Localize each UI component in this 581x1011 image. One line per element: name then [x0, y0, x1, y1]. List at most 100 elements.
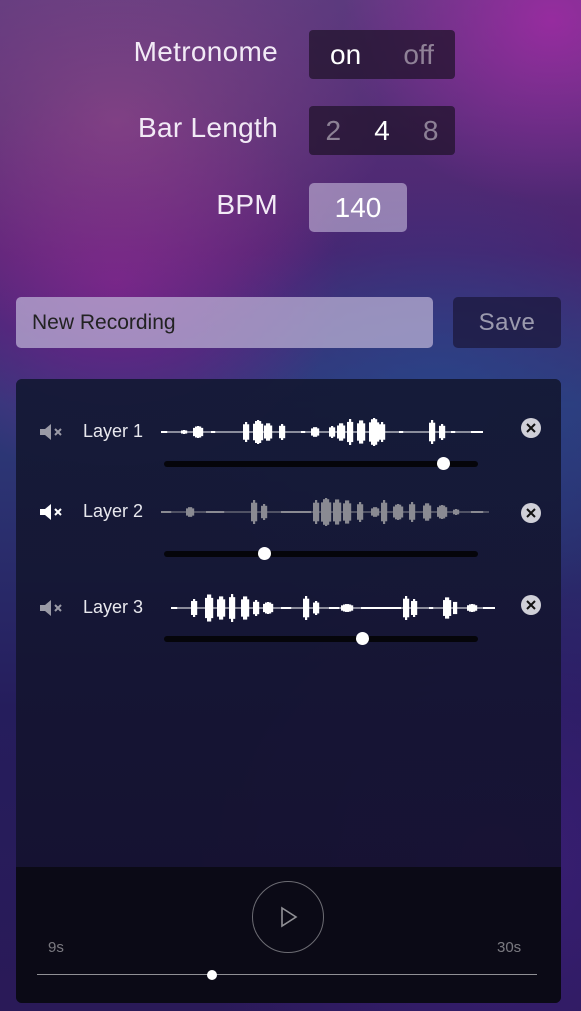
waveform-bar: [413, 599, 416, 617]
waveform-bar: [193, 427, 196, 437]
waveform-bar: [261, 423, 264, 441]
volume-slider-knob[interactable]: [355, 632, 369, 645]
waveform-bar: [393, 607, 396, 609]
waveform-bar: [449, 600, 452, 616]
waveform-bar: [439, 425, 442, 439]
waveform-bar: [255, 421, 258, 443]
waveform-bar: [341, 423, 344, 441]
waveform-bar: [208, 511, 211, 513]
bar-length-option-4[interactable]: 4: [374, 115, 390, 147]
waveform-bar: [483, 607, 486, 609]
bar-length-option-2[interactable]: 2: [326, 115, 342, 147]
waveform-bar: [385, 607, 388, 609]
waveform-bar: [195, 426, 198, 438]
volume-slider-track[interactable]: [164, 636, 478, 642]
metronome-on-option[interactable]: on: [330, 39, 361, 71]
waveform-bar: [165, 511, 168, 513]
waveform-bar: [293, 511, 296, 513]
waveform-bar: [315, 427, 318, 437]
waveform-bar: [385, 502, 388, 522]
speaker-muted-icon[interactable]: [38, 598, 64, 623]
waveform-bar: [373, 607, 376, 609]
play-icon: [281, 906, 298, 928]
waveform-bar: [281, 607, 284, 609]
recording-name-input[interactable]: [16, 297, 433, 348]
waveform-bar: [365, 607, 368, 609]
waveform-bar: [357, 504, 360, 520]
close-icon[interactable]: [521, 418, 541, 438]
speaker-muted-icon[interactable]: [38, 502, 64, 527]
waveform-bar: [253, 423, 256, 441]
bar-length-option-8[interactable]: 8: [423, 115, 439, 147]
waveform-bar: [387, 607, 390, 609]
metronome-off-option[interactable]: off: [403, 39, 434, 71]
speaker-muted-icon[interactable]: [38, 422, 64, 447]
waveform-bar: [207, 594, 210, 622]
waveform-bar: [247, 424, 250, 440]
timeline-track[interactable]: [37, 974, 537, 975]
waveform-bar: [185, 430, 188, 434]
volume-slider-knob[interactable]: [258, 547, 272, 560]
waveform-bar: [245, 596, 248, 620]
layer-row: Layer 3: [16, 585, 561, 655]
waveform-bar: [411, 502, 414, 522]
save-button[interactable]: Save: [453, 297, 561, 348]
waveform-bar: [331, 607, 334, 609]
waveform-bar: [201, 427, 204, 437]
waveform-bar: [383, 424, 386, 440]
waveform-bar: [485, 607, 488, 609]
waveform-bar: [375, 419, 378, 445]
waveform-bar: [325, 498, 328, 526]
waveform-bar: [373, 418, 376, 446]
waveform-bar: [257, 601, 260, 615]
waveform-bar: [209, 594, 212, 622]
volume-slider-track[interactable]: [164, 461, 478, 467]
bar-length-selector[interactable]: 2 4 8: [309, 106, 455, 155]
waveform-bar: [199, 426, 202, 438]
volume-slider-track[interactable]: [164, 551, 478, 557]
waveform-bar: [451, 431, 454, 433]
waveform-bar: [489, 607, 492, 609]
waveform-bar: [339, 502, 342, 522]
waveform-bar: [285, 607, 288, 609]
waveform-bar: [245, 422, 248, 442]
bpm-input[interactable]: 140: [309, 183, 407, 232]
waveform-bar: [347, 421, 350, 443]
waveform-bar: [335, 607, 338, 609]
waveform-bar: [347, 500, 350, 524]
waveform-bar: [399, 504, 402, 520]
waveform-bar: [337, 607, 340, 609]
waveform-bar: [381, 422, 384, 442]
volume-slider-knob[interactable]: [437, 457, 451, 470]
waveform-bar: [259, 421, 262, 443]
waveform-bar: [211, 431, 214, 433]
waveform-bar: [401, 431, 404, 433]
timeline-knob[interactable]: [207, 970, 217, 980]
close-icon[interactable]: [521, 503, 541, 523]
waveform-bar: [429, 422, 432, 442]
waveform-bar: [251, 502, 254, 522]
bar-length-label: Bar Length: [138, 112, 278, 143]
waveform-bar: [471, 431, 474, 433]
waveform-bar: [283, 425, 286, 439]
waveform-bar: [329, 502, 332, 522]
play-button[interactable]: [252, 881, 324, 953]
waveform-bar: [477, 511, 480, 513]
waveform-bar: [265, 505, 268, 519]
waveform-bar: [447, 597, 450, 619]
waveform-bar: [220, 511, 223, 513]
waveform-bar: [192, 508, 195, 516]
waveform-bar: [441, 505, 444, 519]
waveform-bar: [266, 423, 269, 441]
waveform-bar: [321, 502, 324, 522]
waveform-bar: [214, 511, 217, 513]
waveform-bar: [395, 607, 398, 609]
metronome-toggle[interactable]: on off: [309, 30, 455, 79]
waveform-bar: [270, 425, 273, 439]
waveform-bar: [261, 505, 264, 519]
waveform-bar: [345, 500, 348, 524]
waveform-bar: [363, 423, 366, 441]
waveform-bar: [473, 604, 476, 612]
waveform-bar: [257, 420, 260, 444]
close-icon[interactable]: [521, 595, 541, 615]
